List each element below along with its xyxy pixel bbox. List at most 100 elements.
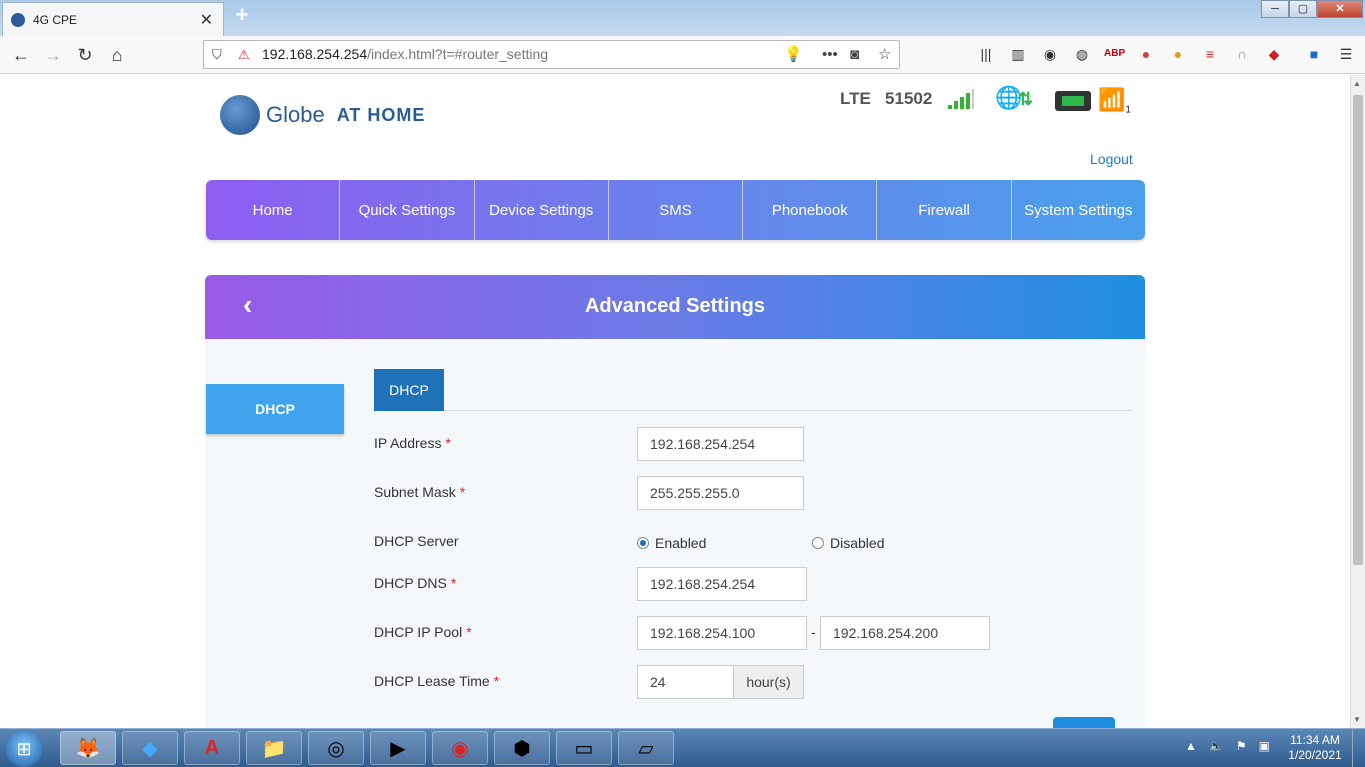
window-taskbar-icon[interactable]: ▱ xyxy=(618,731,674,765)
addons-icon[interactable]: ■ xyxy=(1304,44,1324,64)
insecure-lock-icon[interactable]: ⚠ xyxy=(238,41,250,68)
subnet-mask-row: Subnet Mask * 255.255.255.0 xyxy=(374,476,1134,518)
menu-item-firewall[interactable]: Firewall xyxy=(877,180,1012,240)
menu-item-home[interactable]: Home xyxy=(206,180,341,240)
data-transfer-icon: ⇅ xyxy=(1018,89,1034,109)
account-icon[interactable]: ◉ xyxy=(1040,44,1060,64)
lease-time-label: DHCP Lease Time * xyxy=(374,673,500,689)
extension-lines-icon[interactable]: ≡ xyxy=(1200,44,1220,64)
globe-logo: Globe AT HOME xyxy=(220,95,425,135)
taskbar-clock[interactable]: 11:34 AM 1/20/2021 xyxy=(1285,733,1345,763)
chrome-taskbar-icon[interactable]: ◎ xyxy=(308,731,364,765)
ip-address-label: IP Address * xyxy=(374,435,451,451)
back-arrow-icon[interactable]: ← xyxy=(8,42,34,68)
sub-tab-dhcp[interactable]: DHCP xyxy=(374,369,444,411)
subnet-mask-input[interactable]: 255.255.255.0 xyxy=(637,476,804,510)
dhcp-dns-label: DHCP DNS * xyxy=(374,575,457,591)
browser-navbar: ← → ↻ ⌂ ⛉ ⚠ 192.168.254.254/index.html?t… xyxy=(0,36,1365,74)
library-icon[interactable]: ||| xyxy=(976,44,996,64)
dhcp-disabled-radio[interactable]: Disabled xyxy=(812,535,884,551)
new-tab-button[interactable]: + xyxy=(232,4,252,26)
settings-panel: DHCP DHCP IP Address * 192.168.254.254 Su… xyxy=(205,339,1145,728)
minimize-button[interactable]: ─ xyxy=(1261,0,1289,18)
explorer-taskbar-icon[interactable]: 📁 xyxy=(246,731,302,765)
url-host: 192.168.254.254 xyxy=(262,46,368,62)
app-taskbar-icon[interactable]: ◆ xyxy=(122,731,178,765)
menu-item-device-settings[interactable]: Device Settings xyxy=(475,180,609,240)
clock-date: 1/20/2021 xyxy=(1288,748,1342,762)
scroll-down-icon[interactable]: ▼ xyxy=(1353,715,1361,724)
globe-favicon-icon xyxy=(11,12,25,27)
network-type: LTE xyxy=(840,89,871,108)
forward-arrow-icon[interactable]: → xyxy=(40,42,66,68)
ip-address-row: IP Address * 192.168.254.254 xyxy=(374,427,1134,469)
menu-item-quick-settings[interactable]: Quick Settings xyxy=(340,180,475,240)
url-bar[interactable]: ⛉ ⚠ 192.168.254.254/index.html?t=#router… xyxy=(203,40,900,69)
browser-titlebar: 4G CPE ✕ + ─ ▢ ✕ xyxy=(0,0,1365,36)
windows-taskbar: ⊞ 🦊 ◆ A 📁 ◎ ▶ ◉ ⬢ ▭ ▱ ▲ 🔈 ⚑ ▣ 11:34 AM 1… xyxy=(0,728,1365,767)
window-close-button[interactable]: ✕ xyxy=(1317,0,1363,18)
browser-tab[interactable]: 4G CPE ✕ xyxy=(2,2,224,36)
pool-separator: - xyxy=(811,624,816,640)
tray-expand-icon[interactable]: ▲ xyxy=(1185,739,1197,753)
action-center-flag-icon[interactable]: ⚑ xyxy=(1236,739,1247,753)
pdf-icon[interactable]: ◆ xyxy=(1264,44,1284,64)
pocket-icon[interactable]: ◙ xyxy=(850,41,859,68)
garena-taskbar-icon[interactable]: ◉ xyxy=(432,731,488,765)
wifi-icon: 📶1 xyxy=(1098,87,1131,116)
home-icon[interactable]: ⌂ xyxy=(104,42,130,68)
adblock-icon[interactable]: ABP xyxy=(1104,44,1125,64)
show-desktop-button[interactable] xyxy=(1352,729,1365,767)
dhcp-server-row: DHCP Server Enabled Disabled xyxy=(374,533,1134,567)
shield-icon[interactable]: ⛉ xyxy=(212,41,222,68)
main-menu: Home Quick Settings Device Settings SMS … xyxy=(206,180,1145,240)
maximize-button[interactable]: ▢ xyxy=(1289,0,1317,18)
dhcp-enabled-radio[interactable]: Enabled xyxy=(637,535,706,551)
tab-title: 4G CPE xyxy=(33,12,78,27)
vpn-globe-icon[interactable]: ◍ xyxy=(1072,44,1092,64)
radio-selected-icon xyxy=(637,537,649,549)
lease-time-unit: hour(s) xyxy=(733,665,804,699)
bookmark-star-icon[interactable]: ☆ xyxy=(878,41,891,68)
lightbulb-icon[interactable]: 💡 xyxy=(784,41,803,68)
cookie-icon[interactable]: ● xyxy=(1168,44,1188,64)
volume-icon[interactable]: 🔈 xyxy=(1209,739,1224,753)
page-title: Advanced Settings xyxy=(584,295,766,317)
network-tray-icon[interactable]: ▣ xyxy=(1259,739,1270,753)
scroll-up-icon[interactable]: ▲ xyxy=(1353,79,1361,88)
hamburger-menu-icon[interactable]: ☰ xyxy=(1336,44,1356,64)
nox-taskbar-icon[interactable]: ⬢ xyxy=(494,731,550,765)
sub-tab-bar: DHCP xyxy=(373,369,1133,411)
side-tab-dhcp[interactable]: DHCP xyxy=(206,384,344,434)
system-tray: ▲ 🔈 ⚑ ▣ xyxy=(1185,739,1270,753)
lease-time-input[interactable]: 24 xyxy=(637,665,734,699)
page-scrollbar[interactable]: ▲ ▼ xyxy=(1350,75,1365,728)
scrollbar-thumb[interactable] xyxy=(1353,95,1363,565)
reload-icon[interactable]: ↻ xyxy=(72,42,98,68)
tab-close-icon[interactable]: ✕ xyxy=(200,10,213,30)
ip-address-input[interactable]: 192.168.254.254 xyxy=(637,427,804,461)
logout-link[interactable]: Logout xyxy=(1090,151,1133,167)
dhcp-pool-end-input[interactable]: 192.168.254.200 xyxy=(820,616,990,650)
menu-item-system-settings[interactable]: System Settings xyxy=(1012,180,1145,240)
firefox-taskbar-icon[interactable]: 🦊 xyxy=(60,731,116,765)
menu-item-sms[interactable]: SMS xyxy=(609,180,744,240)
extension-badge-icon[interactable]: ● xyxy=(1136,44,1156,64)
dhcp-dns-input[interactable]: 192.168.254.254 xyxy=(637,567,807,601)
acrobat-taskbar-icon[interactable]: A xyxy=(184,731,240,765)
menu-item-phonebook[interactable]: Phonebook xyxy=(743,180,878,240)
sidebar-icon[interactable]: ▥ xyxy=(1008,44,1028,64)
media-player-taskbar-icon[interactable]: ▶ xyxy=(370,731,426,765)
cmd-taskbar-icon[interactable]: ▭ xyxy=(556,731,612,765)
page-actions-icon[interactable]: ••• xyxy=(822,41,838,68)
start-button-icon[interactable]: ⊞ xyxy=(6,731,42,767)
window-controls: ─ ▢ ✕ xyxy=(1261,0,1363,20)
network-status: LTE 51502 xyxy=(840,89,932,115)
extension-arc-icon[interactable]: ∩ xyxy=(1232,44,1252,64)
dhcp-pool-start-input[interactable]: 192.168.254.100 xyxy=(637,616,807,650)
apply-button[interactable] xyxy=(1053,717,1115,728)
globe-logo-icon xyxy=(220,95,260,135)
brand-name: Globe xyxy=(266,102,325,127)
battery-icon xyxy=(1055,91,1091,111)
dhcp-server-label: DHCP Server xyxy=(374,533,459,549)
